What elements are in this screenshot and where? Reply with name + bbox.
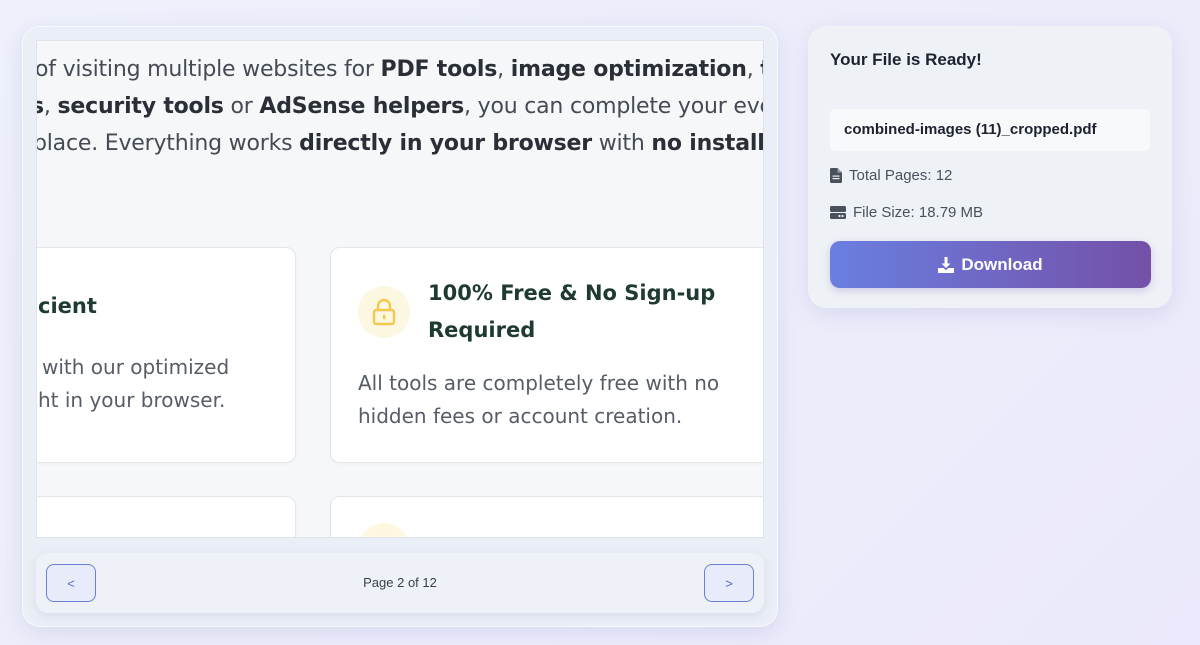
- page-navigation: < Page 2 of 12 >: [36, 553, 764, 613]
- intro-text: ,: [746, 57, 761, 82]
- intro-bold-text: text: [760, 57, 763, 82]
- feature-card-free: 100% Free & No Sign-up Required All tool…: [330, 247, 763, 463]
- next-page-button[interactable]: >: [704, 564, 754, 602]
- intro-text: with: [591, 131, 652, 156]
- intro-bold-text: AdSense helpers: [259, 94, 465, 119]
- pdf-preview-panel: of visiting multiple websites for PDF to…: [22, 26, 778, 627]
- intro-bold-text: no installation: [651, 131, 764, 156]
- download-button[interactable]: Download: [830, 241, 1151, 288]
- download-icon: [938, 256, 955, 273]
- intro-bold-text: security tools: [57, 94, 224, 119]
- feature-card-fast: cient with our optimized ht in your brow…: [37, 247, 296, 463]
- card-text-line: with our optimized: [42, 355, 230, 379]
- intro-line-1: of visiting multiple websites for PDF to…: [36, 57, 763, 82]
- intro-line-2: s, security tools or AdSense helpers, yo…: [37, 94, 763, 119]
- intro-line-3: place. Everything works directly in your…: [36, 131, 764, 156]
- download-button-label: Download: [961, 254, 1043, 274]
- document-icon: [830, 168, 842, 183]
- lock-icon: [372, 298, 396, 326]
- total-pages-row: Total Pages: 12: [830, 167, 952, 184]
- intro-text: ,: [43, 94, 58, 119]
- intro-text: or: [223, 94, 260, 119]
- lock-icon-badge: [358, 286, 410, 338]
- intro-text: place. Everything works: [36, 131, 300, 156]
- card-title-line: 100% Free & No Sign-up: [428, 281, 716, 305]
- intro-bold-text: s: [37, 94, 44, 119]
- intro-text: , you can complete your everyda: [464, 94, 763, 119]
- card-title: cient: [38, 294, 97, 318]
- icon-badge: [358, 523, 410, 537]
- feature-card-partial: [37, 496, 296, 537]
- total-pages-text: Total Pages: 12: [849, 167, 953, 184]
- intro-bold-text: PDF tools: [380, 57, 498, 82]
- file-size-text: File Size: 18.79 MB: [853, 204, 984, 221]
- intro-text: of visiting multiple websites for: [36, 57, 381, 82]
- page-preview: of visiting multiple websites for PDF to…: [36, 40, 764, 538]
- intro-bold-text: image optimization: [510, 57, 747, 82]
- file-size-row: File Size: 18.79 MB: [830, 204, 983, 221]
- download-panel: Your File is Ready! combined-images (11)…: [808, 26, 1172, 308]
- intro-bold-text: directly in your browser: [299, 131, 592, 156]
- hard-drive-icon: [830, 206, 846, 219]
- card-text-line: hidden fees or account creation.: [358, 404, 683, 428]
- filename-display: combined-images (11)_cropped.pdf: [830, 109, 1150, 151]
- feature-card-partial: [330, 496, 763, 537]
- card-title-line: Required: [428, 318, 536, 342]
- intro-text: ,: [497, 57, 511, 82]
- page-indicator: Page 2 of 12: [363, 575, 437, 590]
- file-ready-title: Your File is Ready!: [830, 50, 982, 69]
- card-text-line: All tools are completely free with no: [358, 371, 720, 395]
- card-text-line: ht in your browser.: [38, 388, 226, 412]
